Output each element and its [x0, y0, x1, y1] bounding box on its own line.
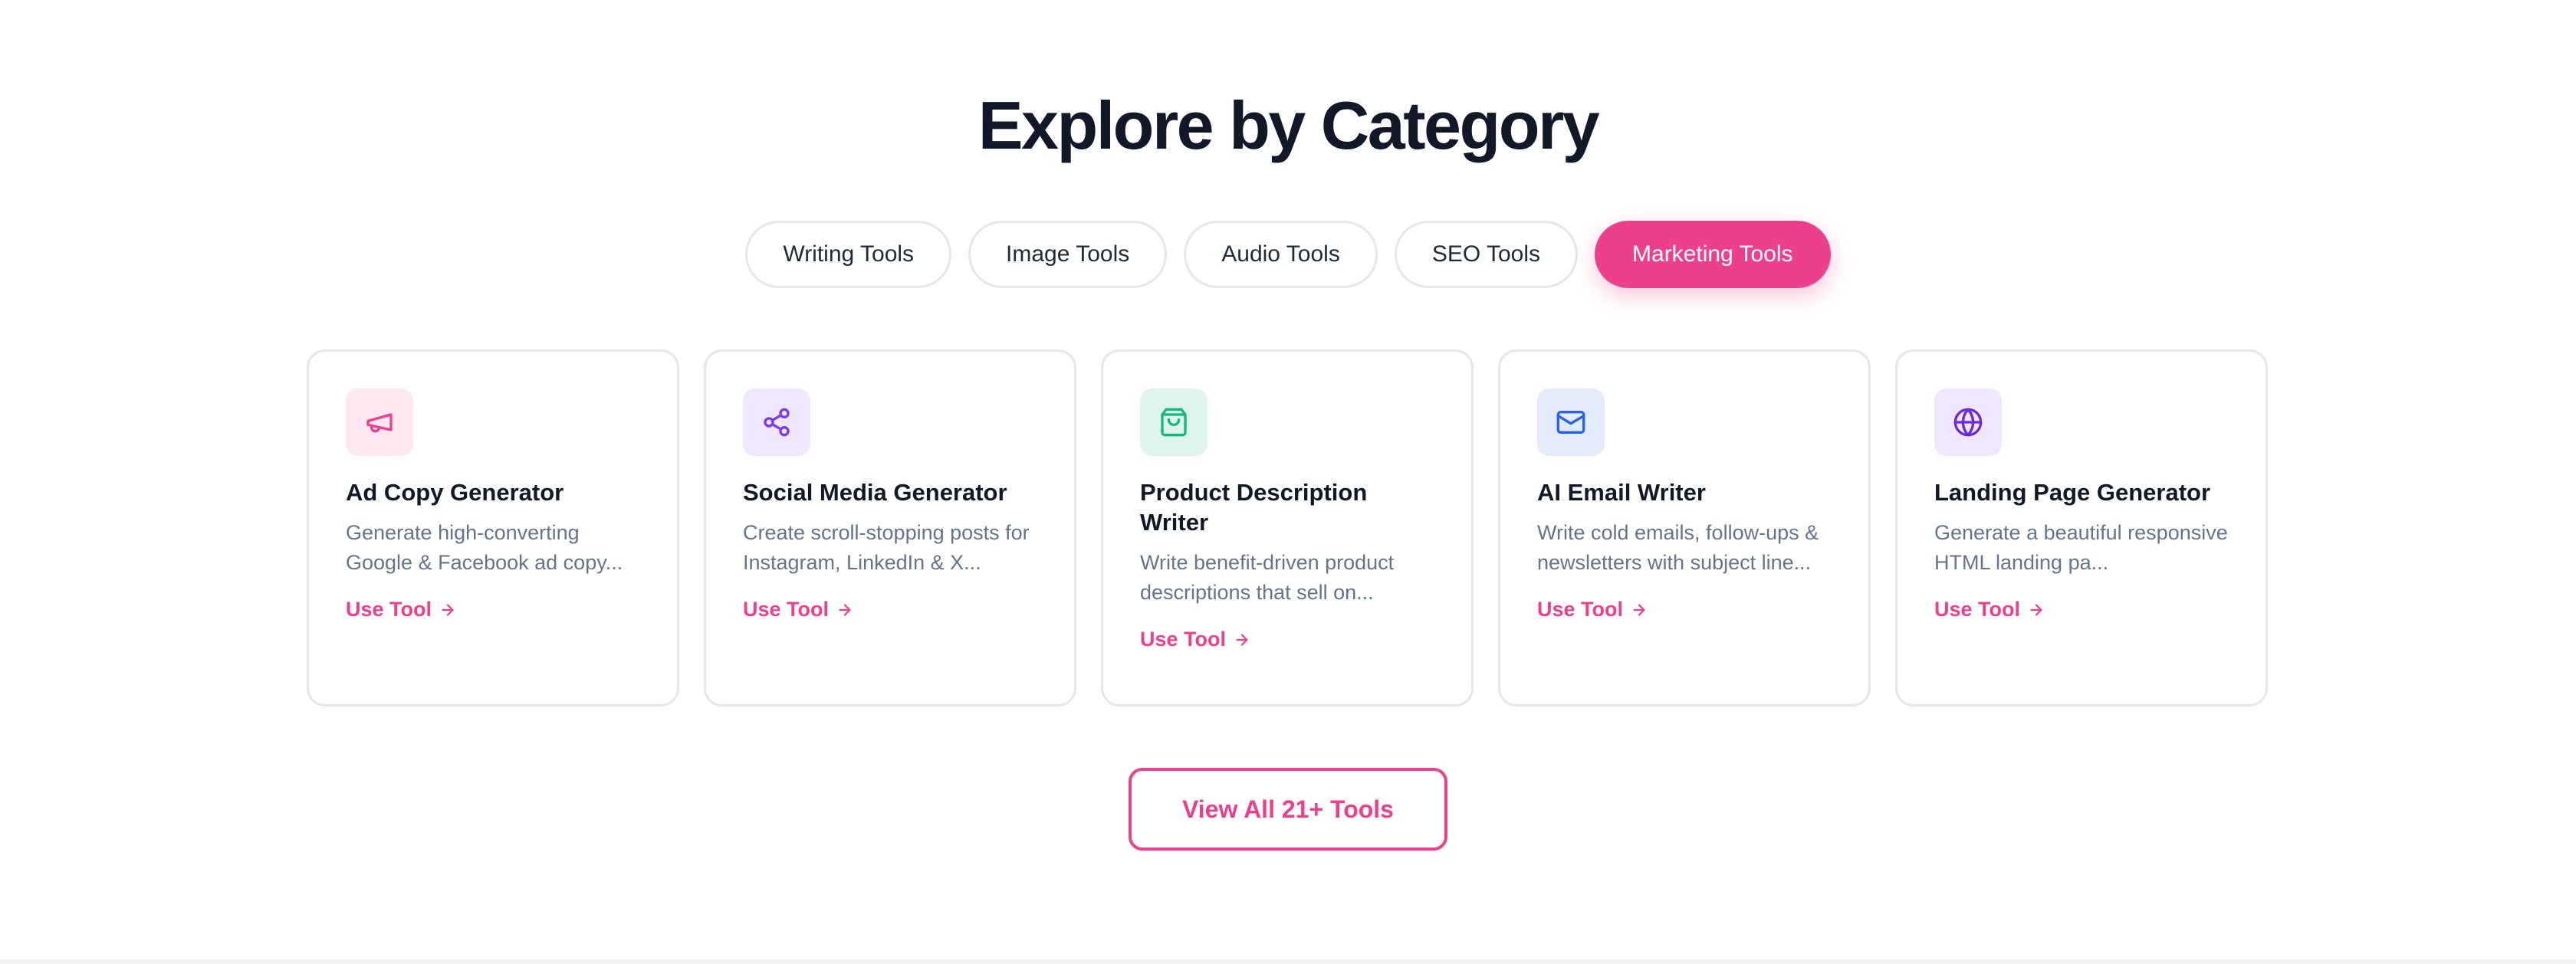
card-description: Write benefit-driven product description…	[1140, 551, 1395, 604]
tool-icon-box	[1140, 389, 1208, 456]
share-icon	[764, 408, 790, 437]
arrow-right-icon	[839, 603, 851, 616]
tool-icon-box	[346, 389, 413, 456]
arrow-right-icon	[1633, 603, 1645, 616]
card-description: Generate high-converting Google & Facebo…	[346, 521, 623, 574]
tab-image-tools[interactable]: Image Tools	[968, 221, 1168, 288]
card-title: AI Email Writer	[1537, 479, 1706, 506]
use-tool-link[interactable]: Use Tool	[1537, 598, 1832, 621]
tool-icon-box	[1537, 389, 1605, 456]
tab-seo-tools[interactable]: SEO Tools	[1394, 221, 1579, 288]
megaphone-icon	[366, 413, 393, 433]
tool-card-ad-copy-generator[interactable]: Ad Copy Generator Generate high-converti…	[307, 349, 679, 707]
use-tool-link[interactable]: Use Tool	[1934, 598, 2229, 621]
use-tool-label: Use Tool	[743, 598, 830, 621]
card-title: Ad Copy Generator	[346, 479, 564, 506]
tool-card-product-description-writer[interactable]: Product Description Writer Write benefit…	[1101, 349, 1474, 707]
card-title: Product Description Writer	[1140, 479, 1368, 536]
use-tool-link[interactable]: Use Tool	[743, 598, 1037, 621]
tool-card-social-media-generator[interactable]: Social Media Generator Create scroll-sto…	[704, 349, 1076, 707]
tool-card-ai-email-writer[interactable]: AI Email Writer Write cold emails, follo…	[1498, 349, 1871, 707]
tab-writing-tools[interactable]: Writing Tools	[745, 221, 952, 288]
section-divider	[0, 959, 2576, 964]
tab-audio-tools[interactable]: Audio Tools	[1184, 221, 1378, 288]
card-description: Create scroll-stopping posts for Instagr…	[743, 521, 1030, 574]
tool-icon-box	[1934, 389, 2002, 456]
arrow-right-icon	[2030, 603, 2042, 616]
globe-icon	[1953, 408, 1983, 437]
view-all-tools-button[interactable]: View All 21+ Tools	[1129, 768, 1447, 851]
mail-icon	[1556, 411, 1585, 434]
arrow-right-icon	[442, 603, 454, 616]
tool-icon-box	[743, 389, 810, 456]
use-tool-label: Use Tool	[1934, 598, 2021, 621]
tool-card-landing-page-generator[interactable]: Landing Page Generator Generate a beauti…	[1895, 349, 2268, 707]
card-description: Write cold emails, follow-ups & newslett…	[1537, 521, 1819, 574]
use-tool-link[interactable]: Use Tool	[1140, 628, 1434, 651]
arrow-right-icon	[1236, 633, 1248, 646]
use-tool-label: Use Tool	[1537, 598, 1624, 621]
tab-marketing-tools[interactable]: Marketing Tools	[1595, 221, 1831, 288]
section-title: Explore by Category	[978, 87, 1600, 163]
use-tool-link[interactable]: Use Tool	[346, 598, 640, 621]
category-tabs: Writing Tools Image Tools Audio Tools SE…	[0, 221, 2576, 288]
use-tool-label: Use Tool	[346, 598, 432, 621]
card-description: Generate a beautiful responsive HTML lan…	[1934, 521, 2228, 574]
use-tool-label: Use Tool	[1140, 628, 1227, 651]
explore-by-category-section: Explore by Category Writing Tools Image …	[0, 0, 2576, 959]
tool-cards-grid: Ad Copy Generator Generate high-converti…	[307, 349, 2268, 707]
card-title: Social Media Generator	[743, 479, 1007, 506]
shopping-bag-icon	[1161, 408, 1187, 437]
card-title: Landing Page Generator	[1934, 479, 2211, 506]
